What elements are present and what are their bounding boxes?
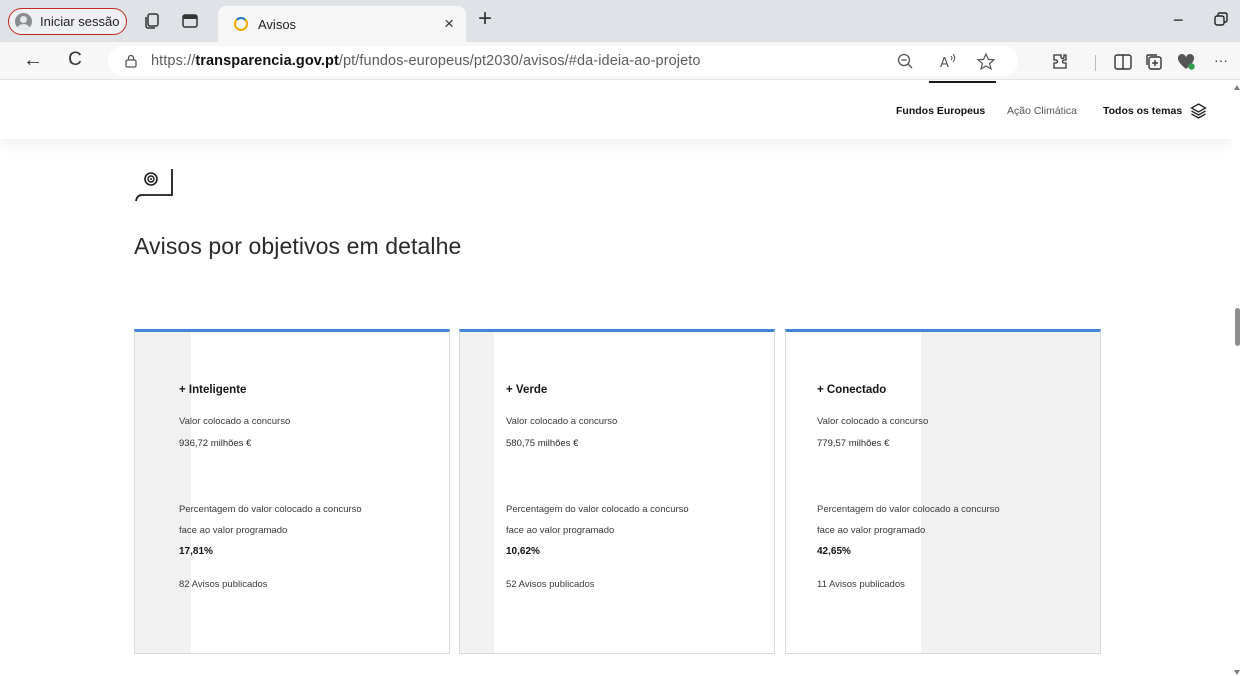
extensions-icon[interactable]	[1050, 52, 1070, 72]
collections-icon[interactable]	[1144, 52, 1164, 72]
profile-label: Iniciar sessão	[40, 14, 120, 29]
browser-essentials-icon[interactable]	[1176, 52, 1196, 72]
minimize-button[interactable]: −	[1173, 10, 1184, 31]
card-value-label: Valor colocado a concurso	[817, 416, 929, 427]
tab-actions-icon[interactable]	[181, 12, 199, 30]
tab-close-button[interactable]: ×	[444, 15, 454, 32]
card-pct-label-1: Percentagem do valor colocado a concurso	[179, 504, 362, 515]
page-scrollbar[interactable]	[1232, 81, 1240, 676]
objective-card-conectado[interactable]: + Conectado Valor colocado a concurso 77…	[785, 329, 1101, 654]
browser-toolbar: ← C https://transparencia.gov.pt/pt/fund…	[0, 42, 1240, 80]
site-header: Fundos Europeus Ação Climática Todos os …	[0, 81, 1232, 139]
section-title: Avisos por objetivos em detalhe	[134, 233, 462, 259]
scroll-up-arrow[interactable]	[1234, 85, 1240, 90]
active-nav-indicator	[929, 81, 996, 83]
nav-acao-climatica[interactable]: Ação Climática	[1007, 105, 1077, 117]
more-menu-button[interactable]: ···	[1210, 49, 1232, 71]
svg-text:A: A	[940, 56, 949, 71]
layers-icon[interactable]	[1190, 102, 1207, 119]
card-value: 779,57 milhões €	[817, 438, 890, 449]
card-count: 11 Avisos publicados	[817, 579, 905, 590]
page-viewport: Fundos Europeus Ação Climática Todos os …	[0, 81, 1232, 676]
profile-button[interactable]: Iniciar sessão	[8, 8, 127, 35]
card-pct-label-2: face ao valor programado	[179, 525, 288, 536]
card-pct-label-1: Percentagem do valor colocado a concurso	[817, 504, 1000, 515]
nav-fundos-europeus[interactable]: Fundos Europeus	[896, 105, 985, 117]
card-value-label: Valor colocado a concurso	[506, 416, 618, 427]
scroll-down-arrow[interactable]	[1234, 670, 1240, 675]
tab-avisos[interactable]: Avisos ×	[218, 6, 466, 42]
card-title: + Inteligente	[179, 384, 247, 396]
target-icon	[135, 169, 173, 202]
card-pct: 42,65%	[817, 546, 851, 557]
favorite-star-icon[interactable]	[976, 52, 996, 72]
address-bar[interactable]: https://transparencia.gov.pt/pt/fundos-e…	[108, 46, 1018, 76]
card-pct-label-2: face ao valor programado	[506, 525, 615, 536]
card-count: 52 Avisos publicados	[506, 579, 595, 590]
card-pct-label-1: Percentagem do valor colocado a concurso	[506, 504, 689, 515]
back-arrow-icon[interactable]: ←	[22, 49, 44, 71]
tab-title: Avisos	[258, 16, 297, 32]
workspaces-icon[interactable]	[143, 12, 161, 30]
loading-favicon	[234, 17, 248, 31]
objective-card-verde[interactable]: + Verde Valor colocado a concurso 580,75…	[459, 329, 775, 654]
toolbar-divider	[1095, 55, 1096, 71]
nav-todos-os-temas[interactable]: Todos os temas	[1103, 105, 1182, 117]
card-value-label: Valor colocado a concurso	[179, 416, 291, 427]
card-value: 580,75 milhões €	[506, 438, 579, 449]
url-text: https://transparencia.gov.pt/pt/fundos-e…	[151, 53, 701, 69]
card-title: + Verde	[506, 384, 548, 396]
scrollbar-thumb[interactable]	[1235, 308, 1240, 346]
objective-card-inteligente[interactable]: + Inteligente Valor colocado a concurso …	[134, 329, 450, 654]
restore-window-icon[interactable]	[1214, 12, 1228, 26]
card-count: 82 Avisos publicados	[179, 579, 268, 590]
site-info-icon[interactable]	[125, 54, 137, 68]
card-pct-label-2: face ao valor programado	[817, 525, 926, 536]
reload-icon[interactable]: C	[64, 49, 86, 71]
card-title: + Conectado	[817, 384, 887, 396]
zoom-out-icon[interactable]	[896, 52, 916, 72]
new-tab-button[interactable]: +	[478, 6, 492, 32]
card-pct: 17,81%	[179, 546, 213, 557]
card-value: 936,72 milhões €	[179, 438, 252, 449]
browser-tab-strip: Iniciar sessão Avisos × + −	[0, 0, 1240, 42]
split-screen-icon[interactable]	[1113, 52, 1133, 72]
profile-avatar-icon	[15, 13, 32, 30]
read-aloud-icon[interactable]: A	[938, 52, 958, 72]
card-pct: 10,62%	[506, 546, 540, 557]
